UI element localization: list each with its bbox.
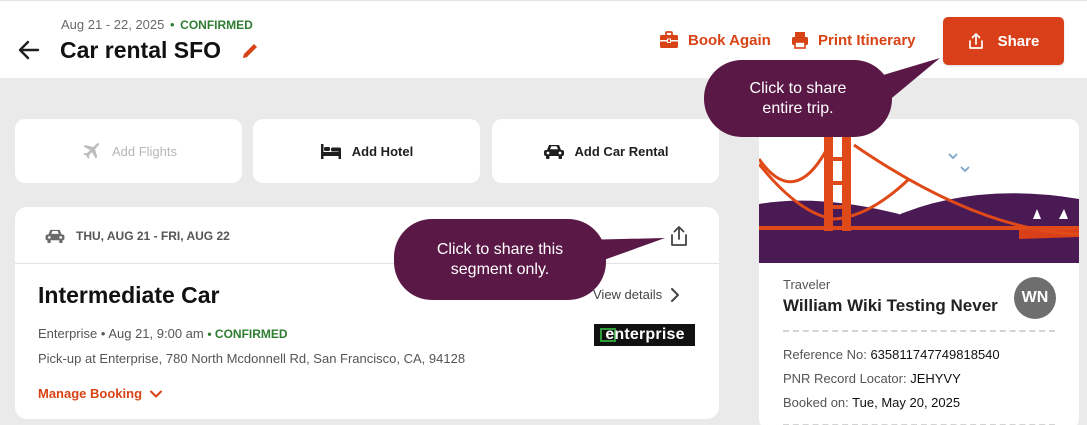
- view-details-label: View details: [593, 287, 663, 302]
- view-details-link[interactable]: View details: [593, 287, 680, 302]
- segment-date-range: THU, AUG 21 - FRI, AUG 22: [76, 228, 230, 243]
- print-itinerary-label: Print Itinerary: [818, 31, 916, 49]
- chevron-right-icon: [671, 287, 680, 302]
- plane-icon: [83, 142, 100, 159]
- pickup-time: Aug 21, 9:00 am: [108, 326, 204, 341]
- pickup-address: Pick-up at Enterprise, 780 North Mcdonne…: [38, 351, 466, 366]
- reference-label: Reference No:: [783, 347, 867, 362]
- book-again-label: Book Again: [688, 31, 771, 49]
- vendor-name: Enterprise: [38, 326, 98, 341]
- page-title: Car rental SFO: [60, 37, 222, 63]
- car-rental-segment-card: THU, AUG 21 - FRI, AUG 22 Intermediate C…: [15, 207, 719, 419]
- trip-dates: Aug 21 - 22, 2025 • CONFIRMED: [61, 17, 253, 32]
- booked-on: Booked on: Tue, May 20, 2025: [783, 395, 960, 410]
- share-segment-tooltip-text: Click to share this segment only.: [436, 240, 564, 278]
- add-car-rental-label: Add Car Rental: [574, 143, 669, 159]
- reference-number: Reference No: 635811747749818540: [783, 347, 1000, 362]
- traveler-name: William Wiki Testing Never: [783, 296, 998, 315]
- pnr-locator: PNR Record Locator: JEHYVY: [783, 371, 961, 386]
- bed-icon: [320, 144, 341, 159]
- printer-icon: [792, 32, 808, 49]
- manage-booking-dropdown[interactable]: Manage Booking: [38, 386, 163, 401]
- traveler-card: Traveler William Wiki Testing Never WN R…: [759, 119, 1079, 425]
- segment-header: THU, AUG 21 - FRI, AUG 22: [15, 207, 719, 264]
- share-label: Share: [997, 32, 1040, 50]
- segment-date: THU, AUG 21 - FRI, AUG 22: [44, 227, 230, 244]
- divider: [783, 330, 1055, 332]
- add-car-rental-button[interactable]: Add Car Rental: [492, 119, 719, 183]
- separator-dot: •: [207, 327, 215, 341]
- booked-value: Tue, May 20, 2025: [852, 395, 961, 410]
- share-trip-tooltip-text: Click to share entire trip.: [749, 79, 847, 117]
- print-itinerary-button[interactable]: Print Itinerary: [791, 31, 916, 49]
- pnr-label: PNR Record Locator:: [783, 371, 907, 386]
- chevron-down-icon: [150, 390, 163, 397]
- briefcase-icon: [660, 31, 678, 48]
- reference-value: 635811747749818540: [870, 347, 1000, 362]
- car-icon: [45, 229, 65, 244]
- logo-text: enterprise: [605, 326, 685, 343]
- trip-status-badge: CONFIRMED: [180, 18, 253, 32]
- enterprise-logo: enterprise: [594, 324, 695, 346]
- car-class-title: Intermediate Car: [38, 282, 220, 308]
- separator-dot: •: [169, 17, 175, 32]
- add-flights-label: Add Flights: [111, 143, 178, 159]
- golden-gate-illustration: [759, 119, 1079, 263]
- share-trip-button[interactable]: Share: [943, 17, 1064, 65]
- add-hotel-label: Add Hotel: [351, 143, 414, 159]
- book-again-button[interactable]: Book Again: [659, 31, 771, 49]
- segment-status-badge: CONFIRMED: [214, 327, 288, 341]
- add-flights-button[interactable]: Add Flights: [15, 119, 242, 183]
- share-trip-tooltip: Click to share entire trip.: [704, 60, 892, 137]
- segment-meta: Enterprise • Aug 21, 9:00 am • CONFIRMED: [38, 326, 288, 341]
- booked-label: Booked on:: [783, 395, 849, 410]
- back-arrow-icon[interactable]: [16, 37, 42, 63]
- share-segment-tooltip: Click to share this segment only.: [394, 219, 606, 300]
- avatar: WN: [1014, 277, 1056, 319]
- car-icon: [543, 145, 564, 159]
- add-hotel-button[interactable]: Add Hotel: [253, 119, 480, 183]
- manage-booking-label: Manage Booking: [38, 386, 143, 401]
- trip-header: Aug 21 - 22, 2025 • CONFIRMED Car rental…: [0, 0, 1087, 78]
- trip-date-range: Aug 21 - 22, 2025: [61, 17, 165, 32]
- pencil-icon[interactable]: [240, 41, 260, 61]
- traveler-label: Traveler: [783, 277, 831, 292]
- share-icon: [968, 33, 983, 49]
- pnr-value: JEHYVY: [910, 371, 961, 386]
- share-segment-icon[interactable]: [668, 224, 690, 248]
